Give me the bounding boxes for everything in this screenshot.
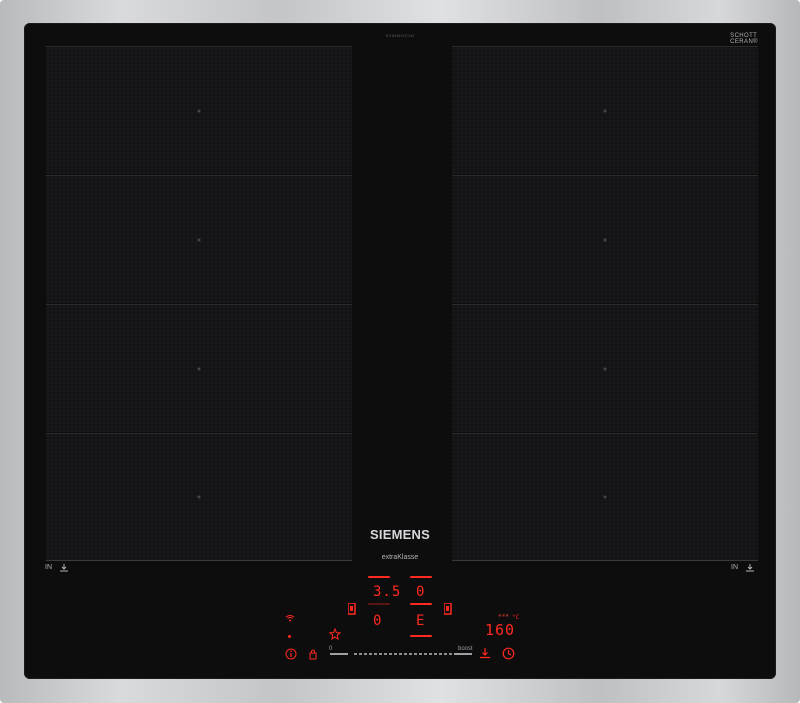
glass-brand: SCHOTT CERAN® [730,33,758,45]
ceramic-glass-surface: EX645HXC1M SCHOTT CERAN® IN IN SIEMENS e… [24,23,776,679]
cooking-zone-left-3[interactable] [46,304,352,432]
status-dot [288,635,291,638]
slider-right-cap [454,653,472,655]
zone-select-left-icon[interactable] [348,603,356,615]
slider-min-label: 0 [329,646,333,652]
pan-arrow-icon [746,564,754,572]
power-level-display-front-right[interactable]: 0 [416,585,425,599]
zone-center-dot [603,495,607,499]
zone-center-dot [197,367,201,370]
temperature-display[interactable]: 160 [485,623,515,638]
glass-brand-line2: CERAN® [730,39,758,45]
zone-indicator-line [410,603,432,605]
zone-center-dot [197,238,201,241]
zone-base-line-left [46,560,352,561]
power-level-display-front-left[interactable]: 3.5 [373,585,401,599]
temperature-unit: °C [512,614,520,621]
cooking-zone-left-1[interactable] [46,46,352,174]
power-level-display-rear-right[interactable]: E [416,614,425,628]
cooking-zone-right-3[interactable] [452,304,758,432]
slider-left-cap [330,653,348,655]
wifi-icon[interactable] [285,614,295,622]
zone-indicator-line [410,576,432,578]
temperature-mode-indicator: ▪▪▪ [498,612,509,619]
model-code: EX645HXC1M [385,33,414,38]
slider-max-label: boost [458,646,473,652]
zone-indicator-line [410,635,432,637]
pan-arrow-icon[interactable] [479,647,491,659]
brand-logo: SIEMENS [370,527,430,542]
star-icon[interactable] [329,628,341,640]
info-icon[interactable] [285,648,297,660]
zone-indicator-line [368,576,390,578]
cooking-zone-right-2[interactable] [452,175,758,303]
pan-arrow-icon [60,564,68,572]
zone-label-right: IN [731,564,738,571]
series-label: extraKlasse [381,554,419,561]
zone-center-dot [197,109,201,112]
clock-icon[interactable] [502,647,515,660]
zone-base-line-right [452,560,758,561]
zone-label-left: IN [45,564,52,571]
zone-select-right-icon[interactable] [444,603,452,615]
zone-center-dot [603,109,607,112]
zone-indicator-line-dim [368,603,390,605]
cooking-zone-right-4[interactable] [452,433,758,560]
zone-center-dot [603,367,607,370]
zone-center-dot [603,238,607,241]
cooking-zone-right-1[interactable] [452,46,758,174]
zone-center-dot [197,495,201,499]
power-level-display-rear-left[interactable]: 0 [373,614,382,628]
cooking-zone-left-4[interactable] [46,433,352,560]
lock-icon[interactable] [309,648,317,660]
cooking-zone-left-2[interactable] [46,175,352,303]
